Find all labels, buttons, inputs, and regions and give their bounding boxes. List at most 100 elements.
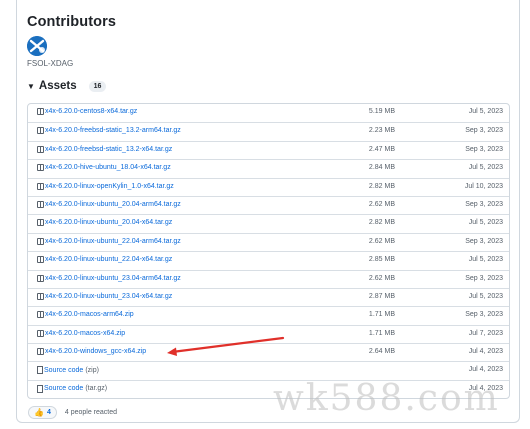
package-icon	[37, 164, 44, 172]
package-icon	[37, 256, 44, 264]
source-code-link[interactable]: Source code (tar.gz)	[37, 384, 108, 393]
asset-row: x4x-6.20.0-linux-ubuntu_22.04-x64.tar.gz…	[28, 251, 509, 269]
asset-name: x4x-6.20.0-linux-ubuntu_20.04-arm64.tar.…	[45, 200, 181, 208]
asset-name: x4x-6.20.0-linux-ubuntu_20.04-x64.tar.gz	[45, 219, 173, 227]
contributor-logo-icon	[27, 36, 47, 56]
asset-link[interactable]: x4x-6.20.0-freebsd-static_13.2-arm64.tar…	[37, 127, 181, 135]
asset-link[interactable]: x4x-6.20.0-linux-ubuntu_23.04-arm64.tar.…	[37, 274, 181, 282]
asset-date: Jul 10, 2023	[464, 182, 503, 190]
asset-date: Sep 3, 2023	[465, 311, 503, 319]
contributors-heading: Contributors	[27, 14, 116, 30]
asset-size: 2.64 MB	[368, 348, 395, 356]
asset-name: x4x-6.20.0-freebsd-static_13.2-x64.tar.g…	[45, 145, 173, 153]
asset-link[interactable]: x4x-6.20.0-linux-ubuntu_23.04-x64.tar.gz	[37, 292, 173, 300]
asset-row: x4x-6.20.0-hive-ubuntu_18.04-x64.tar.gz 2…	[28, 159, 509, 177]
package-icon	[37, 237, 44, 245]
asset-row: x4x-6.20.0-freebsd-static_13.2-x64.tar.g…	[28, 140, 509, 159]
package-icon	[37, 200, 44, 208]
asset-date: Jul 4, 2023	[468, 348, 503, 356]
contributor-avatar[interactable]	[27, 36, 47, 56]
asset-size: 2.87 MB	[368, 292, 395, 300]
package-icon	[37, 292, 44, 300]
asset-link[interactable]: x4x-6.20.0-macos-arm64.zip	[37, 311, 134, 319]
reactions-summary: 4 people reacted	[64, 409, 118, 416]
asset-size: 1.71 MB	[368, 329, 395, 337]
asset-link[interactable]: x4x-6.20.0-centos8-x64.tar.gz	[37, 108, 137, 115]
asset-name: x4x-6.20.0-linux-ubuntu_23.04-x64.tar.gz	[45, 292, 173, 300]
asset-name: x4x-6.20.0-macos-arm64.zip	[45, 311, 134, 319]
contributor-name[interactable]: FSOL-XDAG	[27, 59, 73, 68]
asset-date: Jul 4, 2023	[468, 366, 503, 374]
source-code-format: (tar.gz)	[85, 385, 108, 393]
asset-row: x4x-6.20.0-macos-x64.zip 1.71 MB Jul 7, 20…	[28, 324, 509, 343]
asset-row: x4x-6.20.0-linux-ubuntu_23.04-arm64.tar.…	[28, 269, 509, 288]
asset-size: 2.85 MB	[368, 256, 395, 264]
asset-link[interactable]: x4x-6.20.0-windows_gcc-x64.zip	[37, 348, 146, 356]
assets-count-badge: 16	[88, 80, 107, 92]
asset-date: Jul 5, 2023	[468, 256, 503, 264]
asset-link[interactable]: x4x-6.20.0-hive-ubuntu_18.04-x64.tar.gz	[37, 164, 171, 172]
watermark: wk588.com	[273, 378, 500, 419]
asset-size: 2.82 MB	[368, 219, 395, 227]
asset-size: 2.84 MB	[368, 164, 395, 172]
package-icon	[37, 127, 44, 135]
assets-label: Assets	[38, 80, 77, 92]
asset-size: 2.23 MB	[368, 127, 395, 135]
asset-row: x4x-6.20.0-linux-ubuntu_22.04-arm64.tar.…	[28, 232, 509, 251]
asset-name: x4x-6.20.0-macos-x64.zip	[45, 329, 126, 337]
asset-name: x4x-6.20.0-centos8-x64.tar.gz	[45, 108, 138, 115]
asset-date: Sep 3, 2023	[465, 237, 503, 245]
asset-link[interactable]: x4x-6.20.0-linux-ubuntu_22.04-arm64.tar.…	[37, 237, 181, 245]
asset-date: Sep 3, 2023	[465, 274, 503, 282]
asset-link[interactable]: x4x-6.20.0-linux-ubuntu_20.04-arm64.tar.…	[37, 200, 181, 208]
asset-date: Jul 5, 2023	[468, 219, 503, 227]
asset-date: Jul 7, 2023	[468, 329, 503, 337]
asset-row: x4x-6.20.0-centos8-x64.tar.gz 5.19 MB Jul …	[28, 104, 509, 122]
asset-row: x4x-6.20.0-windows_gcc-x64.zip 2.64 MB Jul…	[28, 343, 509, 361]
assets-toggle[interactable]: ▼ Assets 16	[27, 80, 107, 92]
source-code-label: Source code	[44, 385, 84, 393]
asset-list: x4x-6.20.0-centos8-x64.tar.gz 5.19 MB Jul …	[27, 103, 510, 400]
asset-size: 2.82 MB	[368, 182, 395, 190]
asset-name: x4x-6.20.0-linux-ubuntu_23.04-arm64.tar.…	[45, 274, 181, 282]
package-icon	[37, 219, 44, 227]
thumbs-up-reaction-button[interactable]: 👍 4	[28, 406, 57, 419]
asset-name: x4x-6.20.0-linux-openKylin_1.0-x64.tar.g…	[45, 182, 174, 190]
asset-link[interactable]: x4x-6.20.0-linux-ubuntu_22.04-x64.tar.gz	[37, 256, 172, 264]
asset-row: x4x-6.20.0-linux-ubuntu_20.04-x64.tar.gz…	[28, 214, 509, 232]
asset-date: Jul 5, 2023	[468, 164, 503, 172]
asset-row: x4x-6.20.0-freebsd-static_13.2-arm64.tar…	[28, 122, 509, 140]
source-code-format: (zip)	[85, 366, 99, 374]
asset-row: x4x-6.20.0-linux-ubuntu_20.04-arm64.tar.…	[28, 195, 509, 214]
asset-date: Sep 3, 2023	[465, 145, 503, 153]
source-code-label: Source code	[44, 366, 84, 374]
asset-row: x4x-6.20.0-macos-arm64.zip 1.71 MB Sep 3, …	[28, 306, 509, 324]
asset-link[interactable]: x4x-6.20.0-linux-ubuntu_20.04-x64.tar.gz	[37, 219, 173, 227]
package-icon	[37, 145, 44, 153]
file-zip-icon	[37, 366, 43, 375]
package-icon	[37, 348, 44, 356]
package-icon	[37, 311, 44, 319]
reaction-count: 4	[46, 409, 51, 416]
asset-date: Jul 5, 2023	[468, 292, 503, 300]
source-code-link[interactable]: Source code (zip)	[37, 366, 99, 375]
reactions: 👍 4 4 people reacted	[28, 406, 117, 419]
asset-row: x4x-6.20.0-linux-ubuntu_23.04-x64.tar.gz…	[28, 287, 509, 306]
asset-link[interactable]: x4x-6.20.0-macos-x64.zip	[37, 329, 126, 337]
asset-row: x4x-6.20.0-linux-openKylin_1.0-x64.tar.g…	[28, 177, 509, 196]
package-icon	[37, 329, 44, 337]
asset-date: Sep 3, 2023	[465, 127, 503, 135]
asset-name: x4x-6.20.0-hive-ubuntu_18.04-x64.tar.gz	[45, 164, 171, 172]
asset-size: 1.71 MB	[368, 311, 395, 319]
asset-date: Sep 3, 2023	[465, 200, 503, 208]
package-icon	[37, 108, 44, 115]
asset-name: x4x-6.20.0-freebsd-static_13.2-arm64.tar…	[45, 127, 181, 135]
asset-size: 2.62 MB	[368, 237, 395, 245]
asset-link[interactable]: x4x-6.20.0-freebsd-static_13.2-x64.tar.g…	[37, 145, 173, 153]
asset-name: x4x-6.20.0-linux-ubuntu_22.04-arm64.tar.…	[45, 237, 181, 245]
package-icon	[37, 274, 44, 282]
triangle-down-icon: ▼	[27, 81, 35, 91]
asset-size: 2.62 MB	[368, 200, 395, 208]
asset-date: Jul 5, 2023	[468, 108, 503, 115]
asset-link[interactable]: x4x-6.20.0-linux-openKylin_1.0-x64.tar.g…	[37, 182, 174, 190]
